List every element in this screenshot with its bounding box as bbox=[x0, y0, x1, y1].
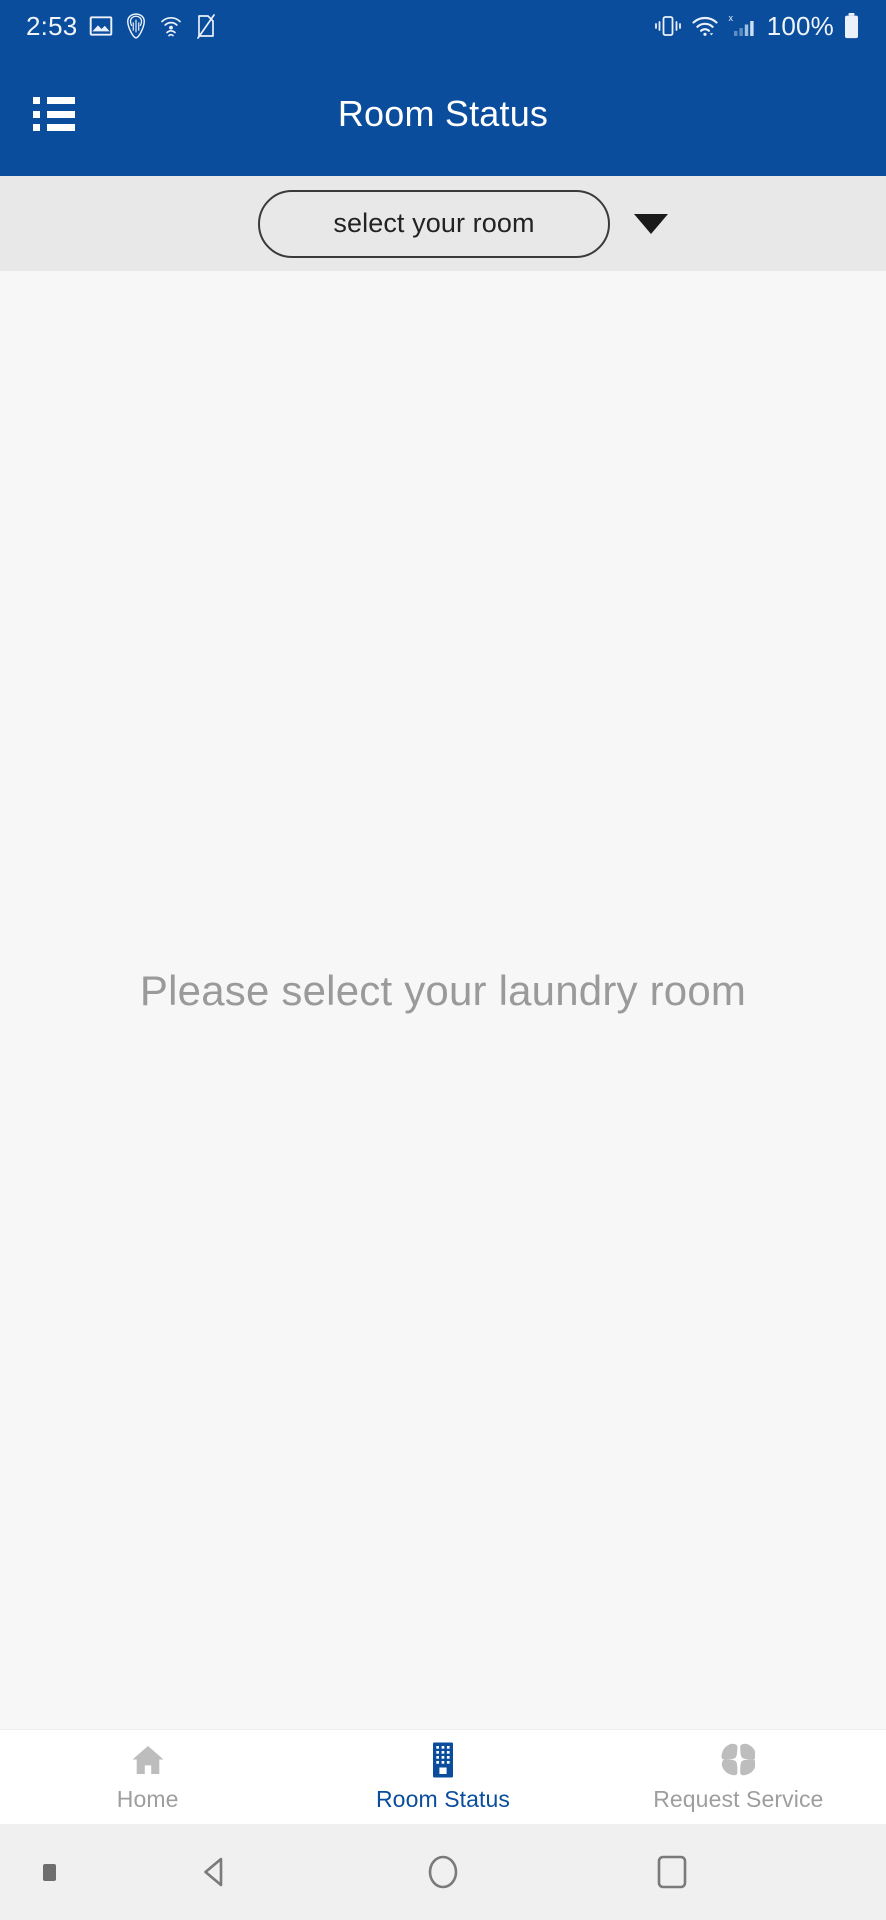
room-selector-strip: select your room bbox=[0, 176, 886, 271]
home-icon bbox=[130, 1742, 166, 1778]
home-button[interactable] bbox=[329, 1850, 558, 1894]
caret-down-icon[interactable] bbox=[634, 213, 668, 234]
list-menu-glyph bbox=[33, 97, 75, 131]
bottom-tab-bar: Home Room Status Request Service bbox=[0, 1729, 886, 1824]
status-bar-clock: 2:53 bbox=[26, 10, 78, 41]
page-title: Room Status bbox=[337, 93, 549, 134]
battery-full-icon bbox=[843, 12, 860, 40]
status-bar-right: x 100% bbox=[654, 11, 860, 42]
wifi-icon bbox=[691, 13, 719, 39]
empty-state-message: Please select your laundry room bbox=[139, 967, 747, 1014]
app-bar: Room Status bbox=[0, 52, 886, 176]
tab-home[interactable]: Home bbox=[0, 1730, 295, 1824]
menu-row bbox=[33, 97, 75, 104]
tab-label-home: Home bbox=[116, 1785, 179, 1812]
battery-percent-label: 100% bbox=[766, 10, 834, 41]
system-navigation-bar bbox=[0, 1824, 886, 1920]
svg-text:x: x bbox=[728, 13, 733, 23]
status-bar: 2:53 x 100% bbox=[0, 0, 886, 52]
clover-grid-icon bbox=[721, 1742, 756, 1778]
building-icon bbox=[429, 1742, 457, 1778]
photo-icon bbox=[88, 13, 114, 39]
magisk-mask-icon bbox=[125, 13, 147, 39]
vibrate-mode-icon bbox=[654, 13, 682, 39]
cellular-signal-no-service-icon: x bbox=[728, 12, 758, 40]
recents-button[interactable] bbox=[557, 1850, 786, 1894]
list-menu-icon[interactable] bbox=[22, 82, 86, 146]
status-bar-left: 2:53 bbox=[26, 11, 217, 42]
tab-room-status[interactable]: Room Status bbox=[295, 1730, 590, 1824]
tab-request-service[interactable]: Request Service bbox=[591, 1730, 886, 1824]
tab-label-request-service: Request Service bbox=[653, 1785, 824, 1812]
nav-indicator-dot bbox=[43, 1863, 56, 1881]
phone-screen: 2:53 x 100% Room Status select your room… bbox=[0, 0, 886, 1920]
wifi-calling-icon bbox=[158, 13, 184, 39]
back-button[interactable] bbox=[100, 1850, 329, 1894]
tab-label-room-status: Room Status bbox=[375, 1785, 511, 1812]
menu-row bbox=[33, 124, 75, 131]
menu-row bbox=[33, 110, 75, 118]
main-content: Please select your laundry room bbox=[0, 271, 886, 1729]
no-sim-card-icon bbox=[195, 13, 217, 39]
room-select-input[interactable]: select your room bbox=[258, 189, 610, 258]
